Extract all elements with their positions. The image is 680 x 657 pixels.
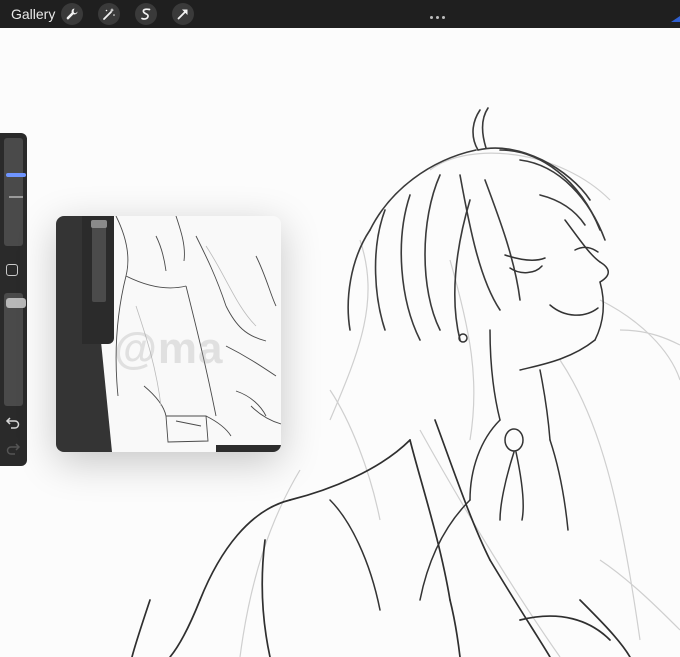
wrench-icon[interactable] bbox=[61, 3, 83, 25]
undo-icon[interactable] bbox=[5, 415, 21, 429]
magic-wand-icon[interactable] bbox=[98, 3, 120, 25]
watermark-text: @ma bbox=[114, 324, 224, 373]
gallery-button[interactable]: Gallery bbox=[11, 6, 55, 22]
modify-button[interactable] bbox=[6, 264, 18, 276]
opacity-thumb[interactable] bbox=[6, 298, 26, 308]
transform-arrow-icon[interactable] bbox=[172, 3, 194, 25]
brush-size-marker bbox=[9, 196, 23, 198]
brush-size-thumb[interactable] bbox=[6, 173, 26, 177]
redo-icon[interactable] bbox=[5, 441, 21, 455]
reference-bottom-bar bbox=[216, 445, 281, 452]
reference-sidebar bbox=[82, 216, 114, 344]
top-toolbar: Gallery bbox=[0, 0, 680, 28]
color-swatch-corner[interactable] bbox=[671, 16, 680, 22]
selection-icon[interactable] bbox=[135, 3, 157, 25]
opacity-slider[interactable] bbox=[4, 293, 26, 406]
brush-sidebar bbox=[0, 133, 27, 466]
reference-window[interactable]: @ma bbox=[56, 216, 281, 452]
more-dots-icon[interactable] bbox=[430, 6, 448, 19]
brush-size-slider[interactable] bbox=[4, 138, 26, 246]
